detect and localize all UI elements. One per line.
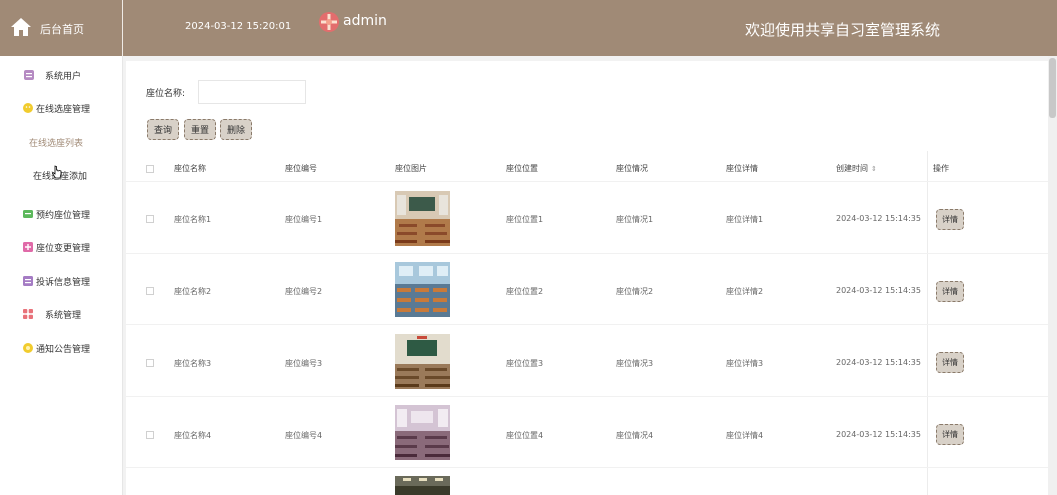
- mouse-cursor-icon: [52, 165, 62, 179]
- sidebar-item-system-admin[interactable]: 系统管理: [0, 302, 122, 326]
- column-header-seat-name: 座位名称: [174, 164, 206, 173]
- detail-button[interactable]: 详情: [936, 424, 964, 445]
- sidebar-item-label: 预约座位管理: [36, 211, 91, 221]
- system-title: 欢迎使用共享自习室管理系统: [745, 21, 941, 39]
- seat-status-cell: 座位情况2: [616, 287, 654, 296]
- seat-name-cell: 座位名称2: [174, 287, 212, 296]
- sidebar-item-complaints[interactable]: 投诉信息管理: [0, 269, 122, 293]
- detail-button[interactable]: 详情: [936, 281, 964, 302]
- smile-icon: [23, 103, 33, 113]
- row-divider: [126, 324, 1048, 325]
- row-checkbox[interactable]: [146, 287, 154, 295]
- actions-column-divider: [927, 151, 928, 495]
- sidebar-subitem-label: 在线选座列表: [29, 139, 84, 149]
- detail-button[interactable]: 详情: [936, 209, 964, 230]
- select-all-checkbox[interactable]: [146, 165, 154, 173]
- column-header-seat-code: 座位编号: [285, 164, 317, 173]
- sort-icon[interactable]: ⇕: [871, 165, 877, 173]
- swap-icon: [23, 242, 33, 252]
- row-divider: [126, 181, 1048, 182]
- header-username[interactable]: admin: [343, 13, 387, 29]
- vertical-scrollbar[interactable]: [1048, 56, 1057, 495]
- sidebar-subitem-seat-list[interactable]: 在线选座列表: [0, 130, 122, 154]
- seat-status-cell: 座位情况1: [616, 215, 654, 224]
- message-icon: [23, 210, 33, 218]
- seat-name-cell: 座位名称3: [174, 359, 212, 368]
- sidebar-item-label: 座位变更管理: [36, 244, 91, 254]
- column-header-actions: 操作: [933, 164, 949, 173]
- seat-status-cell: 座位情况3: [616, 359, 654, 368]
- created-time-cell: 2024-03-12 15:14:35: [836, 430, 921, 439]
- brand-label: 后台首页: [40, 23, 84, 36]
- row-divider: [126, 253, 1048, 254]
- sidebar-item-system-users[interactable]: 系统用户: [0, 63, 122, 87]
- sidebar-item-reservation[interactable]: 预约座位管理: [0, 202, 122, 226]
- bell-icon: [23, 343, 33, 353]
- seat-detail-cell: 座位详情2: [726, 287, 764, 296]
- sidebar-item-label: 通知公告管理: [36, 345, 91, 355]
- seat-code-cell: 座位编号2: [285, 287, 323, 296]
- main-content: 座位名称: 查询 重置 删除 座位名称 座位编号 座位图片 座位位置 座位情况 …: [126, 61, 1048, 495]
- seat-name-cell: 座位名称1: [174, 215, 212, 224]
- column-header-label: 创建时间: [836, 164, 868, 173]
- column-header-created-time[interactable]: 创建时间 ⇕: [836, 163, 877, 174]
- scrollbar-thumb[interactable]: [1049, 58, 1056, 118]
- column-header-seat-detail: 座位详情: [726, 164, 758, 173]
- sidebar-item-label: 投诉信息管理: [36, 278, 91, 288]
- user-group-icon: [24, 70, 34, 80]
- seat-name-cell: 座位名称4: [174, 431, 212, 440]
- apps-icon: [23, 309, 33, 319]
- column-header-seat-location: 座位位置: [506, 164, 538, 173]
- top-header: 后台首页 2024-03-12 15:20:01 admin 欢迎使用共享自习室…: [0, 0, 1057, 56]
- seat-status-cell: 座位情况4: [616, 431, 654, 440]
- sidebar-item-online-seat[interactable]: 在线选座管理: [0, 96, 122, 120]
- detail-button[interactable]: 详情: [936, 352, 964, 373]
- sidebar: 系统用户 在线选座管理 在线选座列表 在线选座添加 预约座位管理 座位变更管理 …: [0, 56, 123, 495]
- seat-detail-cell: 座位详情4: [726, 431, 764, 440]
- row-checkbox[interactable]: [146, 359, 154, 367]
- reset-button[interactable]: 重置: [184, 119, 217, 140]
- sidebar-item-label: 在线选座管理: [36, 105, 91, 115]
- row-divider: [126, 396, 1048, 397]
- row-divider: [126, 467, 1048, 468]
- column-header-seat-status: 座位情况: [616, 164, 648, 173]
- created-time-cell: 2024-03-12 15:14:35: [836, 214, 921, 223]
- created-time-cell: 2024-03-12 15:14:35: [836, 286, 921, 295]
- inbox-icon: [23, 276, 33, 286]
- seat-photo-thumbnail[interactable]: [395, 405, 450, 460]
- seat-detail-cell: 座位详情1: [726, 215, 764, 224]
- seat-detail-cell: 座位详情3: [726, 359, 764, 368]
- query-button[interactable]: 查询: [147, 119, 180, 140]
- row-checkbox[interactable]: [146, 431, 154, 439]
- seat-photo-thumbnail[interactable]: [395, 334, 450, 389]
- seat-photo-thumbnail[interactable]: [395, 476, 450, 495]
- home-icon: [11, 18, 31, 36]
- seat-name-search-input[interactable]: [198, 80, 306, 104]
- row-checkbox[interactable]: [146, 215, 154, 223]
- created-time-cell: 2024-03-12 15:14:35: [836, 358, 921, 367]
- seat-code-cell: 座位编号1: [285, 215, 323, 224]
- seat-location-cell: 座位位置1: [506, 215, 544, 224]
- seat-photo-thumbnail[interactable]: [395, 191, 450, 246]
- avatar[interactable]: [319, 12, 339, 32]
- sidebar-item-label: 系统管理: [45, 311, 82, 321]
- seat-name-filter-label: 座位名称:: [146, 89, 186, 99]
- sidebar-item-seat-change[interactable]: 座位变更管理: [0, 235, 122, 259]
- seat-location-cell: 座位位置3: [506, 359, 544, 368]
- seat-photo-thumbnail[interactable]: [395, 262, 450, 317]
- seat-code-cell: 座位编号3: [285, 359, 323, 368]
- seat-code-cell: 座位编号4: [285, 431, 323, 440]
- seat-location-cell: 座位位置2: [506, 287, 544, 296]
- sidebar-item-label: 系统用户: [45, 72, 82, 82]
- delete-button[interactable]: 删除: [220, 119, 253, 140]
- brand-home-link[interactable]: 后台首页: [0, 0, 123, 56]
- sidebar-item-notices[interactable]: 通知公告管理: [0, 336, 122, 360]
- seat-location-cell: 座位位置4: [506, 431, 544, 440]
- header-datetime: 2024-03-12 15:20:01: [185, 21, 292, 32]
- column-header-seat-image: 座位图片: [395, 164, 427, 173]
